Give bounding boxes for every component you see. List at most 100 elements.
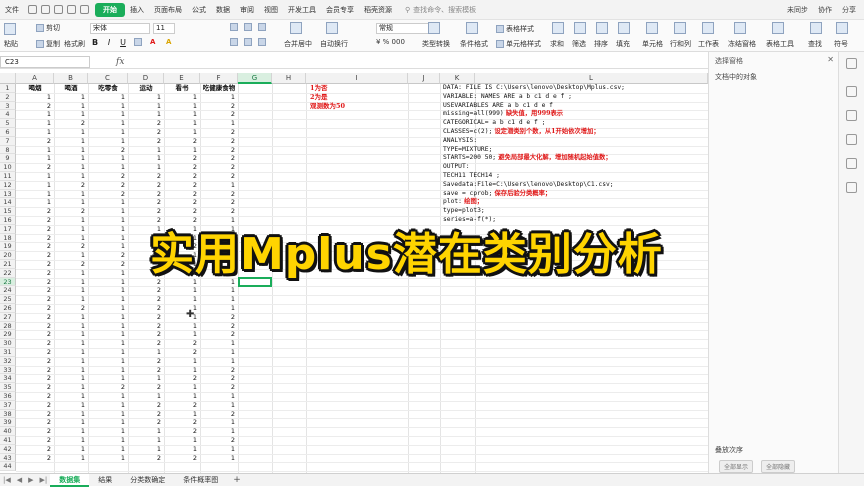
data-cell[interactable]: 1: [16, 146, 54, 155]
data-cell[interactable]: 1: [200, 339, 238, 348]
data-cell[interactable]: 1: [54, 445, 88, 454]
data-cell[interactable]: 2: [164, 154, 200, 163]
data-cell[interactable]: 2: [200, 163, 238, 172]
tab-resources[interactable]: 稻壳资源: [359, 5, 397, 15]
undo-icon[interactable]: [67, 5, 76, 14]
data-cell[interactable]: 1: [88, 102, 128, 111]
row-header[interactable]: 19: [0, 242, 16, 252]
data-cell[interactable]: 2: [128, 366, 164, 375]
data-cell[interactable]: 1: [200, 304, 238, 313]
column-header-c[interactable]: C: [88, 73, 128, 84]
data-cell[interactable]: 1: [54, 348, 88, 357]
row-header[interactable]: 30: [0, 339, 16, 348]
data-cell[interactable]: 1: [200, 401, 238, 410]
data-cell[interactable]: 2: [16, 295, 54, 304]
row-header[interactable]: 31: [0, 348, 16, 357]
data-cell[interactable]: 2: [16, 445, 54, 454]
cell-style-button[interactable]: 单元格样式: [496, 39, 541, 49]
row-header[interactable]: 9: [0, 154, 16, 164]
data-cell[interactable]: 1: [200, 427, 238, 436]
data-cell[interactable]: 1: [88, 216, 128, 225]
data-cell[interactable]: 2: [200, 128, 238, 137]
data-cell[interactable]: 2: [164, 348, 200, 357]
align-right-button[interactable]: [258, 38, 268, 46]
data-cell[interactable]: 2: [164, 163, 200, 172]
tab-developer[interactable]: 开发工具: [283, 5, 321, 15]
data-cell[interactable]: 1: [88, 392, 128, 401]
data-cell[interactable]: 2: [164, 198, 200, 207]
data-cell[interactable]: 1: [128, 102, 164, 111]
data-cell[interactable]: 1: [200, 286, 238, 295]
data-cell[interactable]: 1: [88, 93, 128, 102]
data-cell[interactable]: 2: [54, 242, 88, 251]
worksheet-button[interactable]: [702, 22, 716, 34]
data-cell[interactable]: 2: [164, 339, 200, 348]
column-header-d[interactable]: D: [128, 73, 164, 84]
data-cell[interactable]: 2: [88, 190, 128, 199]
data-cell[interactable]: 2: [200, 154, 238, 163]
row-header[interactable]: 40: [0, 427, 16, 436]
data-cell[interactable]: 1: [164, 286, 200, 295]
print-icon[interactable]: [41, 5, 50, 14]
data-cell[interactable]: 1: [88, 225, 128, 234]
data-cell[interactable]: 2: [200, 383, 238, 392]
data-cell[interactable]: 1: [200, 454, 238, 463]
data-cell[interactable]: 2: [128, 137, 164, 146]
rows-cols-button[interactable]: [674, 22, 688, 34]
data-cell[interactable]: 1: [54, 93, 88, 102]
row-header[interactable]: 20: [0, 251, 16, 260]
data-cell[interactable]: 1: [54, 418, 88, 427]
data-cell[interactable]: 2: [16, 163, 54, 172]
freeze-panes-button[interactable]: [734, 22, 748, 34]
data-cell[interactable]: 2: [128, 357, 164, 366]
row-header[interactable]: 7: [0, 136, 16, 146]
data-cell[interactable]: 2: [128, 286, 164, 295]
row-header[interactable]: 16: [0, 216, 16, 225]
data-cell[interactable]: 1: [128, 436, 164, 445]
data-cell[interactable]: 1: [200, 445, 238, 454]
data-cell[interactable]: 1: [16, 119, 54, 128]
data-cell[interactable]: 1: [200, 348, 238, 357]
cells-button[interactable]: [646, 22, 660, 34]
data-cell[interactable]: 2: [88, 251, 128, 260]
data-cell[interactable]: 1: [88, 339, 128, 348]
copy-button[interactable]: 复制: [36, 39, 60, 49]
data-cell[interactable]: 1: [88, 278, 128, 287]
pointer-icon[interactable]: [846, 86, 857, 97]
row-header[interactable]: 26: [0, 304, 16, 313]
format-painter-button[interactable]: 格式刷: [64, 39, 85, 49]
data-cell[interactable]: 2: [200, 137, 238, 146]
data-cell[interactable]: 2: [200, 102, 238, 111]
data-cell[interactable]: 1: [88, 410, 128, 419]
data-cell[interactable]: 1: [54, 330, 88, 339]
column-title-cell[interactable]: 吃健康食物: [200, 84, 238, 93]
tab-insert[interactable]: 插入: [125, 5, 149, 15]
data-cell[interactable]: 2: [16, 392, 54, 401]
row-header[interactable]: 29: [0, 330, 16, 340]
data-cell[interactable]: 1: [88, 418, 128, 427]
data-cell[interactable]: 2: [88, 260, 128, 269]
row-header[interactable]: 24: [0, 286, 16, 296]
row-header[interactable]: 17: [0, 224, 16, 234]
row-header[interactable]: 14: [0, 198, 16, 208]
row-header[interactable]: 8: [0, 145, 16, 155]
row-header[interactable]: 44: [0, 462, 16, 472]
column-header-e[interactable]: E: [164, 73, 200, 84]
data-cell[interactable]: 1: [128, 154, 164, 163]
data-cell[interactable]: 2: [16, 269, 54, 278]
symbol-button[interactable]: [836, 22, 850, 34]
data-cell[interactable]: 1: [88, 445, 128, 454]
data-cell[interactable]: 1: [164, 313, 200, 322]
data-cell[interactable]: 1: [164, 93, 200, 102]
data-cell[interactable]: 2: [128, 295, 164, 304]
data-cell[interactable]: 2: [200, 198, 238, 207]
sync-status[interactable]: 未同步: [787, 5, 808, 15]
sheet-tab-class-count[interactable]: 分类数确定: [121, 474, 174, 487]
data-cell[interactable]: 1: [54, 322, 88, 331]
data-cell[interactable]: 1: [164, 383, 200, 392]
data-cell[interactable]: 2: [200, 110, 238, 119]
type-convert-button[interactable]: [428, 22, 442, 34]
tab-home[interactable]: 开始: [95, 2, 125, 17]
save-icon[interactable]: [28, 5, 37, 14]
data-cell[interactable]: 2: [164, 181, 200, 190]
